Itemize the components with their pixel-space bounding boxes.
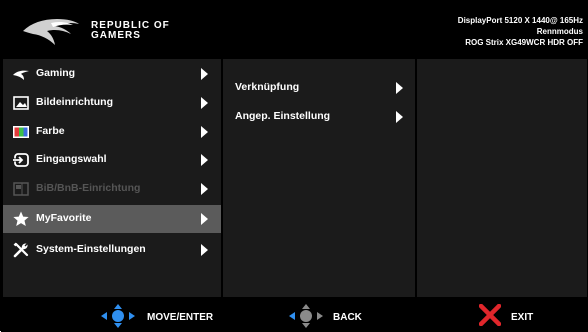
submenu-item-label: Verknüpfung: [235, 81, 300, 93]
menu-item-bib-bnb: BiB/BnB-Einrichtung: [3, 175, 221, 203]
detail-pane: [417, 59, 587, 297]
tools-icon: [13, 242, 29, 258]
input-icon: [13, 153, 29, 167]
pip-icon: [13, 182, 29, 196]
star-icon: [13, 211, 29, 226]
brand-line-2: GAMERS: [91, 30, 141, 41]
osd-footer: MOVE/ENTER BACK EXIT: [1, 299, 588, 332]
menu-item-myfavorite[interactable]: MyFavorite: [3, 205, 221, 233]
osd-window: REPUBLIC OF GAMERS DisplayPort 5120 X 14…: [0, 0, 588, 332]
status-mode: Rennmodus: [536, 27, 583, 36]
chevron-right-icon: [396, 111, 403, 123]
chevron-right-icon: [201, 97, 208, 109]
chevron-right-icon: [396, 82, 403, 94]
move-enter-label: MOVE/ENTER: [147, 312, 214, 323]
menu-item-gaming[interactable]: Gaming: [3, 60, 221, 88]
menu-item-label: Gaming: [36, 67, 76, 79]
menu-item-label: MyFavorite: [36, 212, 92, 224]
status-model: ROG Strix XG49WCR HDR OFF: [465, 38, 583, 47]
back-label: BACK: [333, 312, 362, 323]
menu-item-label: System-Einstellungen: [36, 243, 146, 255]
back-button[interactable]: BACK: [289, 299, 379, 332]
menu-item-label: Bildeinrichtung: [36, 96, 113, 108]
rog-eye-icon: [13, 70, 29, 80]
submenu-item-verknuepfung[interactable]: Verknüpfung: [223, 74, 415, 100]
exit-button[interactable]: EXIT: [479, 299, 559, 332]
exit-label: EXIT: [511, 312, 534, 323]
menu-item-label: BiB/BnB-Einrichtung: [36, 182, 141, 194]
menu-item-eingangswahl[interactable]: Eingangswahl: [3, 146, 221, 174]
chevron-right-icon: [201, 213, 208, 225]
joystick-left-icon: [289, 304, 323, 328]
chevron-right-icon: [201, 183, 208, 195]
status-info: DisplayPort 5120 X 1440@ 165Hz Rennmodus…: [458, 15, 583, 48]
joystick-icon: [101, 304, 135, 328]
move-enter-button[interactable]: MOVE/ENTER: [101, 299, 261, 332]
menu-item-farbe[interactable]: Farbe: [3, 118, 221, 146]
submenu-item-angep-einstellung[interactable]: Angep. Einstellung: [223, 103, 415, 129]
status-signal: DisplayPort 5120 X 1440@ 165Hz: [457, 16, 583, 25]
submenu-item-label: Angep. Einstellung: [235, 110, 331, 122]
menu-item-system-einstellungen[interactable]: System-Einstellungen: [3, 236, 221, 264]
close-icon: [479, 304, 501, 326]
menu-item-label: Farbe: [36, 125, 65, 137]
menu-item-bildeinrichtung[interactable]: Bildeinrichtung: [3, 89, 221, 117]
chevron-right-icon: [201, 244, 208, 256]
chevron-right-icon: [201, 68, 208, 80]
picture-icon: [13, 96, 29, 110]
main-menu: Gaming Bildeinrichtung Farbe Eingangswah…: [3, 59, 221, 297]
chevron-right-icon: [201, 154, 208, 166]
menu-item-label: Eingangswahl: [36, 153, 107, 165]
osd-header: REPUBLIC OF GAMERS DisplayPort 5120 X 14…: [1, 1, 588, 59]
brand-text: REPUBLIC OF GAMERS: [91, 21, 170, 41]
submenu: Verknüpfung Angep. Einstellung: [223, 59, 415, 297]
chevron-right-icon: [201, 126, 208, 138]
color-icon: [13, 126, 29, 138]
rog-logo: [23, 19, 79, 45]
